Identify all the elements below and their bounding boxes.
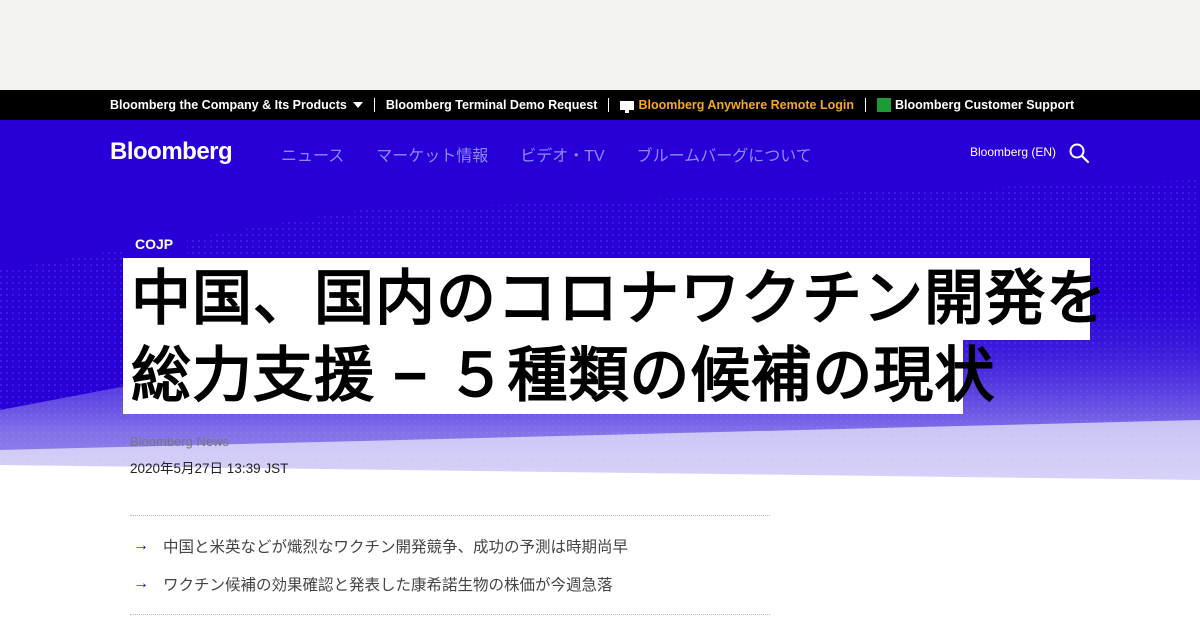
nav-link-about[interactable]: ブルームバーグについて — [637, 142, 812, 166]
customer-support-label: Bloomberg Customer Support — [894, 98, 1075, 112]
ad-banner-area — [0, 0, 1200, 90]
terminal-icon — [620, 100, 635, 113]
article-headline: 中国、国内のコロナワクチン開発を 総力支援 − ５種類の候補の現状 — [123, 258, 1106, 414]
headline-line-2: 総力支援 − ５種類の候補の現状 — [123, 340, 994, 414]
corporate-topbar: Bloomberg the Company & Its Products Blo… — [0, 90, 1200, 120]
arrow-right-icon: → — [133, 575, 149, 592]
anywhere-login-link[interactable]: Bloomberg Anywhere Remote Login — [620, 98, 854, 113]
edition-switch-link[interactable]: Bloomberg (EN) — [970, 145, 1056, 159]
nav-link-video[interactable]: ビデオ・TV — [520, 142, 604, 166]
main-nav: Bloomberg ニュース マーケット情報 ビデオ・TV ブルームバーグについ… — [0, 120, 1200, 184]
article-date: 2020年5月27日 13:39 JST — [130, 461, 289, 476]
list-item: → 中国と米英などが熾烈なワクチン開発競争、成功の予測は時期尚早 — [133, 536, 628, 556]
topbar-separator — [373, 98, 375, 112]
summary-bullets: → 中国と米英などが熾烈なワクチン開発競争、成功の予測は時期尚早 → ワクチン候… — [133, 536, 628, 612]
company-products-label: Bloomberg the Company & Its Products — [110, 98, 347, 112]
nav-link-markets[interactable]: マーケット情報 — [376, 142, 488, 166]
anywhere-login-label: Bloomberg Anywhere Remote Login — [638, 98, 854, 112]
terminal-demo-link[interactable]: Bloomberg Terminal Demo Request — [386, 98, 598, 112]
help-icon — [876, 98, 891, 112]
bullet-text: 中国と米英などが熾烈なワクチン開発競争、成功の予測は時期尚早 — [163, 539, 629, 556]
bloomberg-logo[interactable]: Bloomberg — [110, 138, 233, 166]
article-byline: Bloomberg News — [130, 434, 229, 449]
topbar-separator — [864, 98, 866, 112]
customer-support-link[interactable]: Bloomberg Customer Support — [876, 98, 1075, 112]
bullet-text: ワクチン候補の効果確認と発表した康希諾生物の株価が今週急落 — [163, 577, 613, 594]
company-products-menu[interactable]: Bloomberg the Company & Its Products — [110, 98, 363, 112]
nav-link-news[interactable]: ニュース — [281, 142, 344, 166]
caret-down-icon — [352, 102, 363, 108]
summary-divider-bottom — [130, 614, 770, 615]
headline-line-1: 中国、国内のコロナワクチン開発を — [123, 258, 1106, 340]
arrow-right-icon: → — [133, 537, 149, 554]
nav-links: ニュース マーケット情報 ビデオ・TV ブルームバーグについて — [281, 142, 812, 166]
topbar-separator — [608, 98, 610, 112]
search-icon[interactable] — [1068, 142, 1090, 164]
terminal-demo-label: Bloomberg Terminal Demo Request — [385, 98, 598, 112]
article-kicker[interactable]: COJP — [123, 226, 187, 258]
summary-divider-top — [130, 515, 770, 516]
list-item: → ワクチン候補の効果確認と発表した康希諾生物の株価が今週急落 — [133, 574, 628, 594]
